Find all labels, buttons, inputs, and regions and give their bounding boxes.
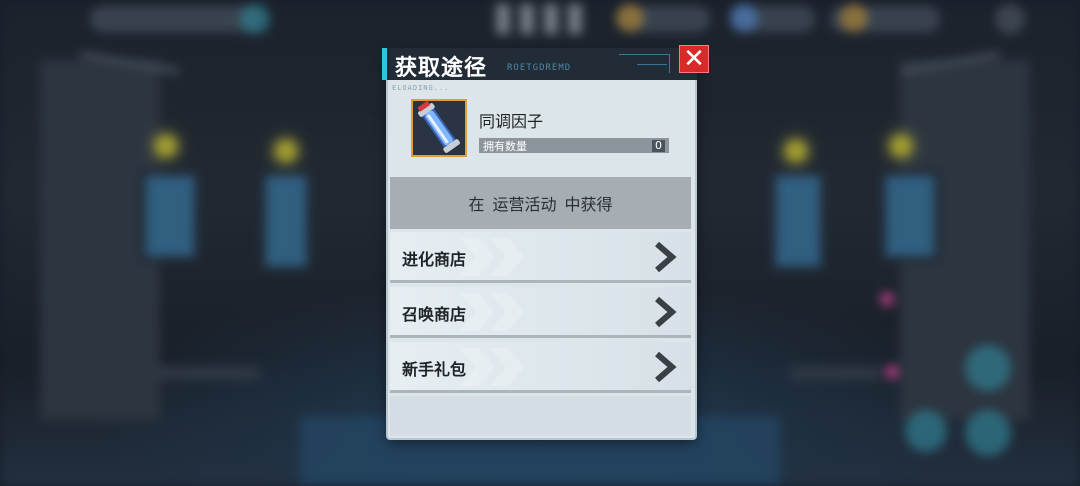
chevron-right-icon bbox=[655, 296, 677, 328]
source-activity: 运营活动 bbox=[492, 195, 557, 214]
source-prefix: 在 bbox=[468, 195, 485, 214]
dialog-footer-space bbox=[390, 396, 691, 436]
chevron-decoration bbox=[460, 238, 524, 276]
capsule-icon bbox=[411, 99, 467, 157]
shop-label: 新手礼包 bbox=[402, 360, 467, 379]
shop-label: 进化商店 bbox=[402, 250, 467, 269]
item-name: 同调因子 bbox=[479, 112, 544, 131]
chevron-right-icon bbox=[655, 241, 677, 273]
shop-label: 召唤商店 bbox=[402, 305, 467, 324]
close-icon: ✕ bbox=[683, 44, 705, 74]
owned-count-value: 0 bbox=[652, 139, 665, 152]
loading-text: ELOADING... bbox=[392, 84, 450, 92]
owned-count-bar: 拥有数量 0 bbox=[479, 138, 669, 153]
chevron-decoration bbox=[460, 293, 524, 331]
close-button[interactable]: ✕ bbox=[679, 45, 709, 73]
shop-row-newbie-pack[interactable]: 新手礼包 bbox=[390, 342, 691, 393]
source-banner: 在 运营活动 中获得 bbox=[390, 177, 691, 229]
source-suffix: 中获得 bbox=[564, 195, 613, 214]
dialog-titlebar: 获取途径 ROETGDREMD bbox=[382, 48, 697, 81]
dialog-title: 获取途径 bbox=[395, 56, 488, 81]
circuit-line bbox=[637, 64, 667, 65]
owned-count-label: 拥有数量 bbox=[483, 139, 527, 153]
chevron-decoration bbox=[460, 348, 524, 386]
shop-row-summon[interactable]: 召唤商店 bbox=[390, 287, 691, 338]
shop-row-evolution[interactable]: 进化商店 bbox=[390, 232, 691, 283]
chevron-right-icon bbox=[655, 351, 677, 383]
acquisition-dialog: 获取途径 ROETGDREMD ✕ ELOADING... 同调因子 拥有数量 … bbox=[382, 45, 709, 438]
title-decoration: ROETGDREMD bbox=[507, 63, 572, 73]
